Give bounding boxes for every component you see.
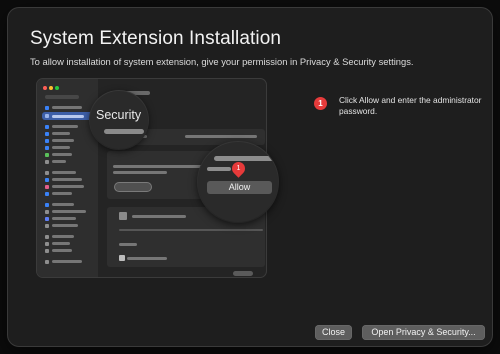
- zoom-dot-icon: [55, 86, 59, 90]
- minimize-dot-icon: [49, 86, 53, 90]
- illustration-sidebar: [37, 79, 98, 277]
- close-button[interactable]: Close: [315, 325, 352, 340]
- step-number-badge: 1: [314, 97, 327, 110]
- step-instruction: Click Allow and enter the administrator …: [339, 95, 482, 116]
- illustration-allow-button: Allow: [207, 181, 272, 194]
- step-marker-pin-icon: 1: [229, 159, 248, 178]
- dialog-title: System Extension Installation: [30, 28, 282, 49]
- security-magnifier: Security: [90, 91, 148, 149]
- dialog-subtitle: To allow installation of system extensio…: [30, 56, 414, 67]
- allow-magnifier: 1 Allow: [198, 142, 278, 222]
- step-marker-number: 1: [236, 165, 241, 172]
- open-privacy-security-button[interactable]: Open Privacy & Security...: [362, 325, 485, 340]
- close-dot-icon: [43, 86, 47, 90]
- security-label: Security: [96, 108, 142, 122]
